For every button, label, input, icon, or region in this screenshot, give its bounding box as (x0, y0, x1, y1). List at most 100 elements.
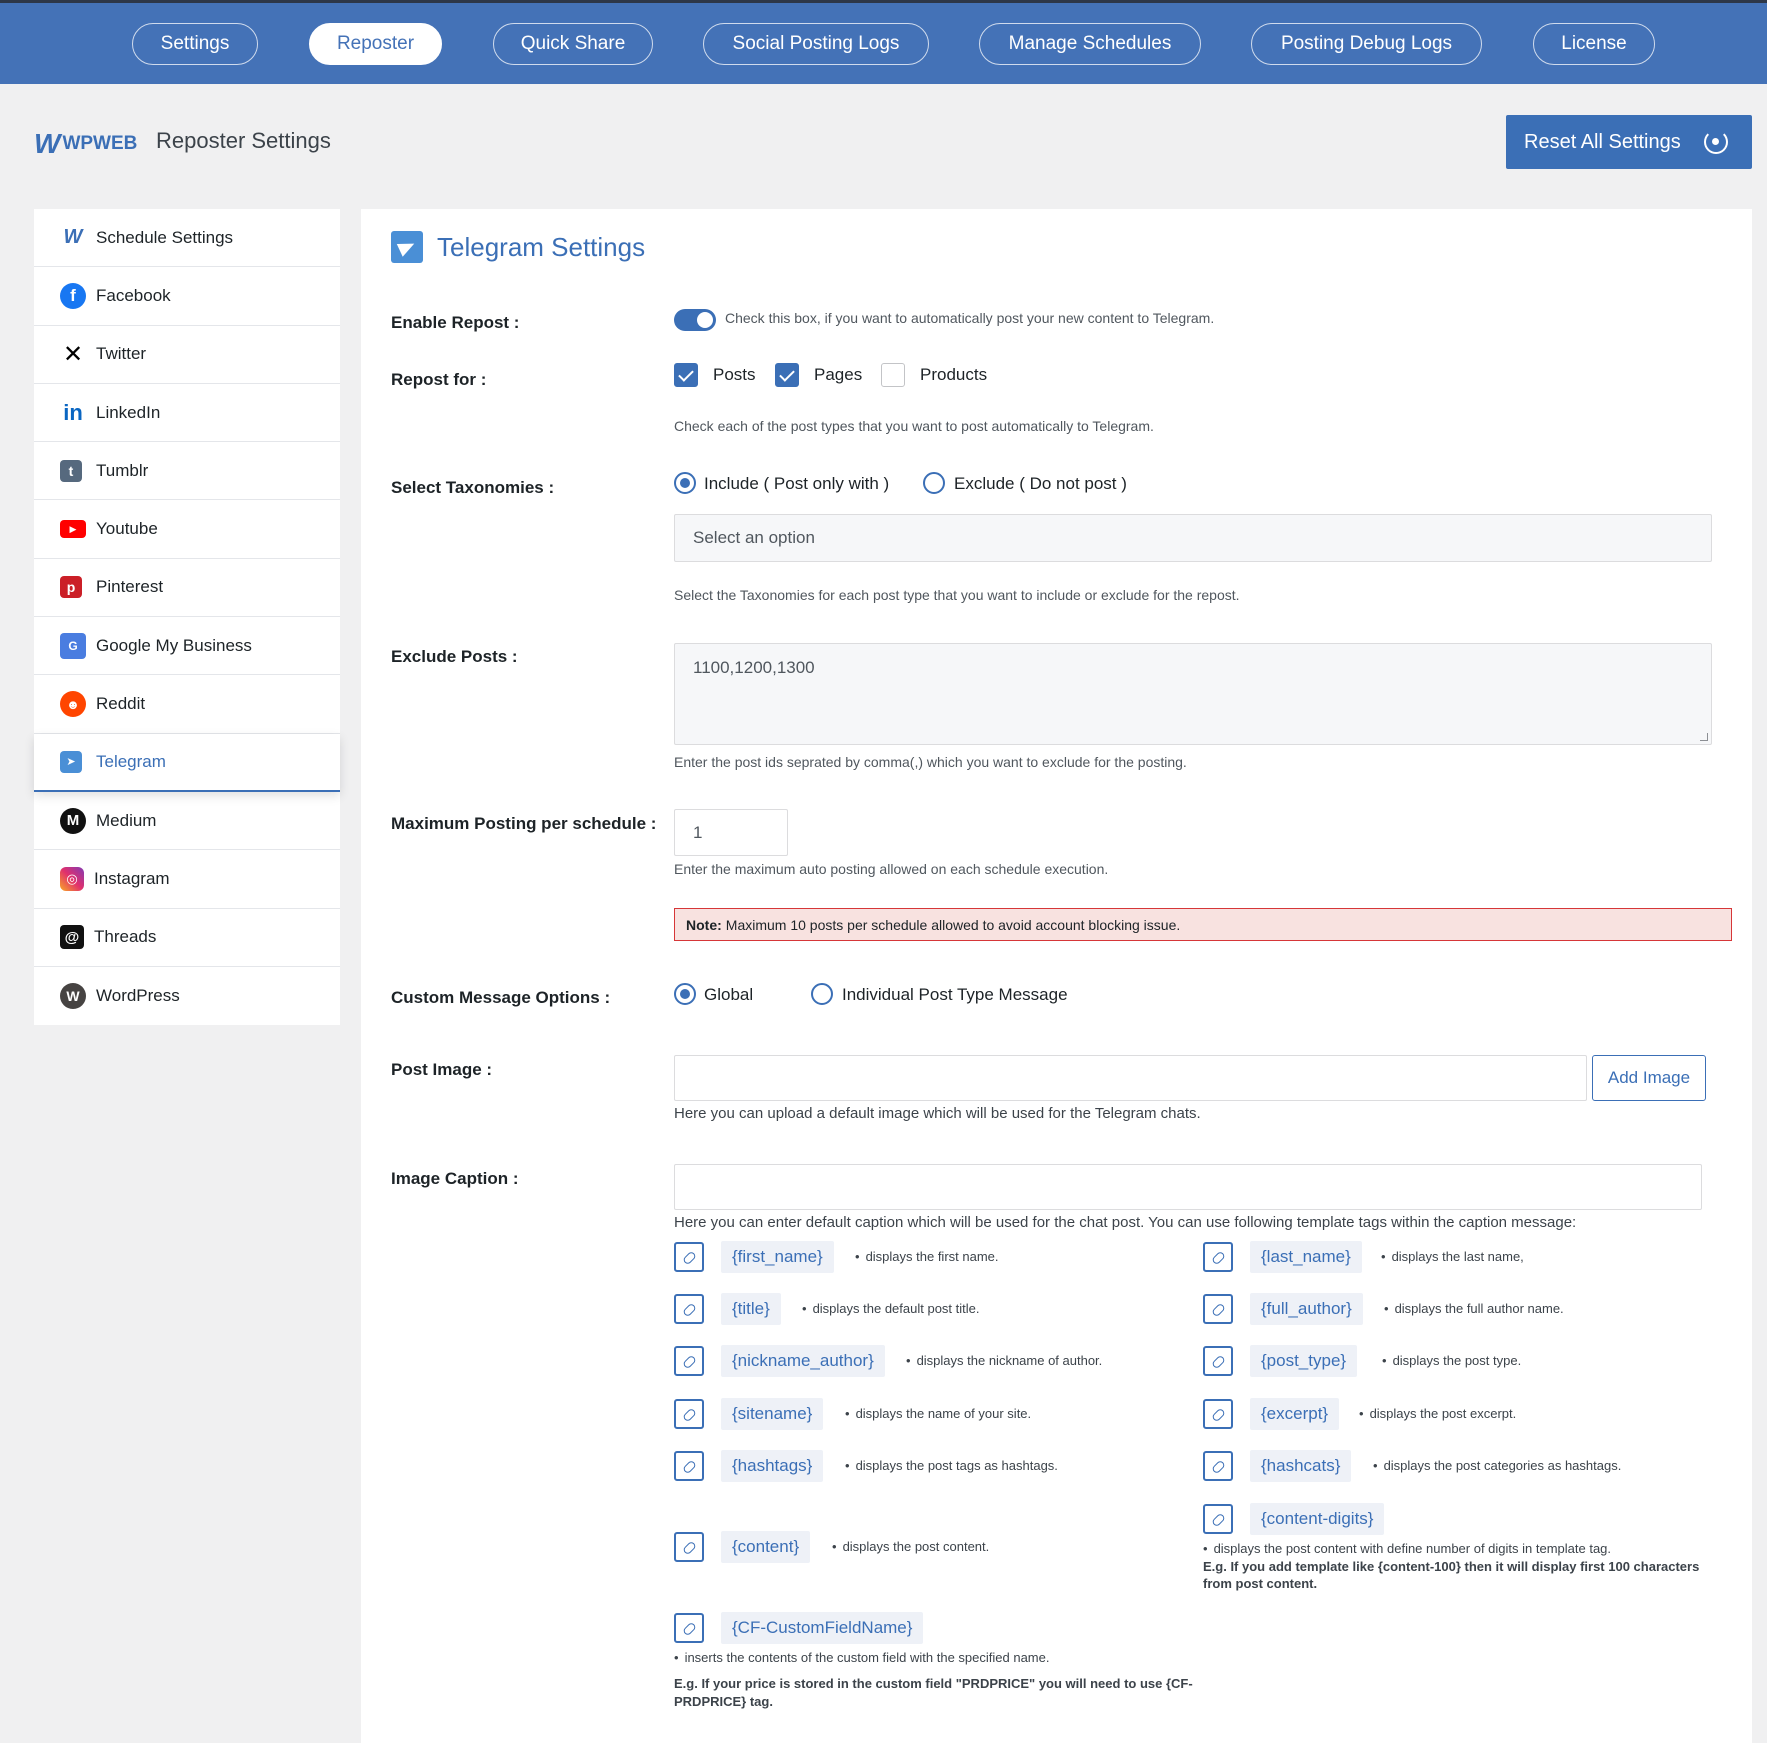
sidebar-item-label: Facebook (96, 285, 171, 305)
logo-mark: W (34, 128, 60, 159)
products-checkbox[interactable] (881, 363, 905, 387)
tag-nickname-author: {nickname_author} (721, 1345, 885, 1377)
sidebar-item-facebook[interactable]: f Facebook (34, 267, 340, 326)
tag-full-author-desc: displays the full author name. (1384, 1301, 1564, 1316)
sidebar-item-wordpress[interactable]: W WordPress (34, 967, 340, 1025)
exclude-posts-help: Enter the post ids seprated by comma(,) … (674, 754, 1187, 770)
sidebar-item-youtube[interactable]: ▶ Youtube (34, 500, 340, 559)
tag-content-digits-example: E.g. If you add template like {content-1… (1203, 1559, 1700, 1591)
tag-hashcats: {hashcats} (1250, 1450, 1352, 1482)
sidebar-item-tumblr[interactable]: t Tumblr (34, 442, 340, 501)
insert-tag-excerpt-button[interactable] (1203, 1399, 1233, 1429)
include-radio[interactable] (674, 472, 696, 494)
telegram-icon (391, 231, 423, 263)
global-radio-label: Global (704, 985, 754, 1004)
sidebar-item-threads[interactable]: @ Threads (34, 909, 340, 967)
insert-tag-first-name-button[interactable] (674, 1242, 704, 1272)
tag-custom-field-example: E.g. If your price is stored in the cust… (674, 1676, 1193, 1709)
tab-manage-schedules[interactable]: Manage Schedules (979, 23, 1201, 65)
resize-handle-icon[interactable] (1700, 733, 1708, 741)
google-business-icon: G (60, 632, 86, 659)
sidebar-item-schedule-settings[interactable]: W Schedule Settings (34, 209, 340, 268)
wpweb-logo: W WPWEB (34, 128, 137, 160)
taxonomies-select[interactable]: Select an option (674, 514, 1712, 562)
sidebar-item-label: Schedule Settings (96, 227, 234, 247)
tag-excerpt: {excerpt} (1250, 1398, 1340, 1430)
insert-tag-content-digits-button[interactable] (1203, 1504, 1233, 1534)
select-taxonomies-label: Select Taxonomies : (391, 478, 555, 497)
sidebar-item-google-my-business[interactable]: G Google My Business (34, 617, 340, 676)
sidebar-item-telegram[interactable]: ➤ Telegram (34, 734, 340, 792)
exclude-posts-textarea[interactable]: 1100,1200,1300 (674, 643, 1712, 745)
sidebar: W Schedule Settings f Facebook ✕ Twitter… (34, 209, 340, 1026)
page-title: Reposter Settings (156, 128, 331, 153)
instagram-icon: ◎ (60, 866, 84, 891)
medium-icon: M (60, 807, 86, 834)
sidebar-item-twitter[interactable]: ✕ Twitter (34, 326, 340, 384)
individual-post-type-radio[interactable] (811, 983, 833, 1005)
tag-hashtags-desc: displays the post tags as hashtags. (845, 1458, 1058, 1473)
insert-tag-custom-field-button[interactable] (674, 1613, 704, 1643)
sidebar-item-linkedin[interactable]: in LinkedIn (34, 384, 340, 443)
insert-tag-hashtags-button[interactable] (674, 1451, 704, 1481)
enable-repost-toggle[interactable] (674, 309, 716, 331)
image-caption-help: Here you can enter default caption which… (674, 1214, 1577, 1231)
insert-tag-sitename-button[interactable] (674, 1399, 704, 1429)
logo-wordmark: WPWEB (62, 133, 138, 154)
tab-social-posting-logs[interactable]: Social Posting Logs (703, 23, 929, 65)
tab-posting-debug-logs[interactable]: Posting Debug Logs (1251, 23, 1482, 65)
tag-sitename-desc: displays the name of your site. (845, 1406, 1032, 1421)
insert-tag-nickname-author-button[interactable] (674, 1346, 704, 1376)
panel-title: Telegram Settings (391, 231, 645, 263)
tag-title-desc: displays the default post title. (802, 1301, 980, 1316)
sidebar-item-instagram[interactable]: ◎ Instagram (34, 850, 340, 909)
reset-all-settings-button[interactable]: Reset All Settings (1506, 115, 1752, 169)
max-posting-input[interactable]: 1 (674, 809, 788, 856)
tag-full-author: {full_author} (1250, 1293, 1363, 1325)
post-image-input[interactable] (674, 1055, 1587, 1101)
facebook-icon: f (60, 282, 86, 309)
tab-license[interactable]: License (1533, 23, 1655, 65)
posts-checkbox-label: Posts (713, 365, 756, 384)
sidebar-item-medium[interactable]: M Medium (34, 792, 340, 851)
tag-post-type-desc: displays the post type. (1382, 1353, 1522, 1368)
tab-quick-share[interactable]: Quick Share (493, 23, 653, 65)
post-image-help: Here you can upload a default image whic… (674, 1105, 1201, 1122)
sidebar-item-label: WordPress (96, 986, 180, 1005)
tag-content: {content} (721, 1531, 811, 1563)
sidebar-item-label: Google My Business (96, 635, 252, 655)
max-posting-label: Maximum Posting per schedule : (391, 814, 657, 833)
enable-repost-label: Enable Repost : (391, 313, 520, 332)
post-image-label: Post Image : (391, 1060, 493, 1079)
sidebar-item-label: Medium (96, 810, 157, 830)
sidebar-item-reddit[interactable]: ☻ Reddit (34, 675, 340, 734)
telegram-icon: ➤ (60, 750, 82, 773)
x-icon: ✕ (62, 340, 84, 368)
insert-tag-last-name-button[interactable] (1203, 1242, 1233, 1272)
tag-custom-field: {CF-CustomFieldName} (721, 1612, 924, 1644)
youtube-icon: ▶ (60, 520, 86, 539)
insert-tag-hashcats-button[interactable] (1203, 1451, 1233, 1481)
posts-checkbox[interactable] (674, 363, 698, 387)
insert-tag-title-button[interactable] (674, 1294, 704, 1324)
sidebar-item-label: Youtube (96, 519, 158, 539)
custom-message-label: Custom Message Options : (391, 988, 611, 1007)
tab-reposter[interactable]: Reposter (309, 23, 442, 65)
exclude-radio[interactable] (923, 472, 945, 494)
image-caption-input[interactable] (674, 1164, 1702, 1210)
sidebar-item-pinterest[interactable]: p Pinterest (34, 559, 340, 618)
add-image-button[interactable]: Add Image (1592, 1055, 1706, 1101)
tab-settings[interactable]: Settings (132, 23, 258, 65)
insert-tag-post-type-button[interactable] (1203, 1346, 1233, 1376)
insert-tag-content-button[interactable] (674, 1532, 704, 1562)
individual-post-type-radio-label: Individual Post Type Message (842, 985, 1068, 1004)
sidebar-item-label: Tumblr (96, 460, 149, 480)
tag-content-digits: {content-digits} (1250, 1503, 1385, 1535)
global-radio[interactable] (674, 983, 696, 1005)
tag-sitename: {sitename} (721, 1398, 824, 1430)
pages-checkbox[interactable] (775, 363, 799, 387)
insert-tag-full-author-button[interactable] (1203, 1294, 1233, 1324)
reddit-icon: ☻ (60, 691, 86, 718)
panel-title-text: Telegram Settings (437, 231, 646, 262)
tag-last-name-desc: displays the last name, (1381, 1249, 1524, 1264)
